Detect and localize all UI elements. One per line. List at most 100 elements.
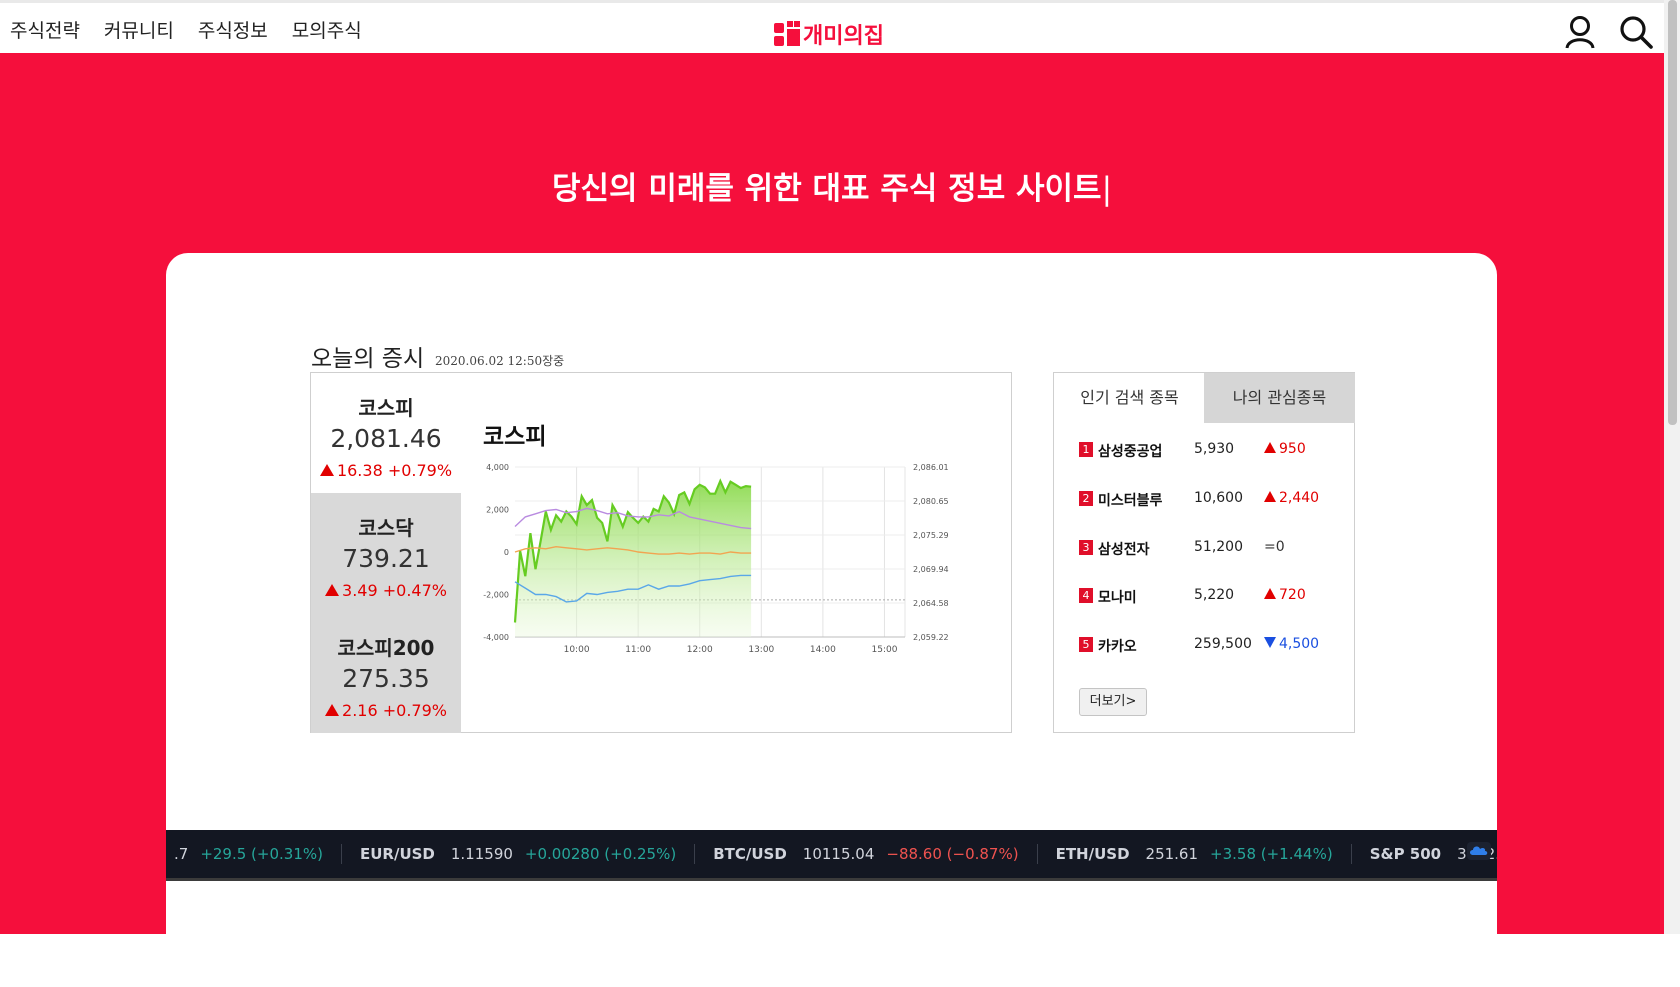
market-title: 오늘의 증시	[311, 346, 425, 372]
up-arrow-icon	[325, 584, 340, 596]
tab-popular-search[interactable]: 인기 검색 종목	[1054, 373, 1205, 423]
stock-price: 5,930	[1194, 441, 1235, 457]
series-area	[515, 481, 752, 637]
user-icon[interactable]	[1564, 15, 1596, 49]
y-right-tick-label: 2,069.94	[913, 565, 949, 574]
site-logo[interactable]: 개미의집	[774, 18, 884, 50]
ticker-symbol: S&P 500	[1369, 845, 1442, 863]
index-tab-kosdaq[interactable]: 코스닥 739.21 3.49 +0.47%	[311, 493, 461, 613]
page-scrollbar[interactable]	[1664, 0, 1680, 934]
search-icon[interactable]	[1619, 15, 1653, 49]
stock-name[interactable]: 삼성전자	[1098, 539, 1150, 559]
x-tick-label: 11:00	[625, 645, 651, 655]
popular-stock-row[interactable]: 3 삼성전자 51,200 =0	[1079, 539, 1349, 563]
typing-cursor: |	[1101, 171, 1113, 207]
up-arrow-icon	[1264, 588, 1276, 599]
hero-title-text: 당신의 미래를 위한 대표 주식 정보 사이트	[551, 171, 1102, 207]
unchanged-icon: =	[1264, 539, 1276, 555]
index-change-text: 2.16 +0.79%	[342, 701, 447, 720]
stock-price: 10,600	[1194, 490, 1243, 506]
index-change: 16.38 +0.79%	[311, 461, 461, 480]
x-tick-label: 14:00	[810, 645, 836, 655]
stock-change: =0	[1264, 539, 1285, 555]
hero-title: 당신의 미래를 위한 대표 주식 정보 사이트|	[0, 163, 1664, 208]
top-navbar: 주식전략 커뮤니티 주식정보 모의주식 개미의집	[0, 0, 1664, 53]
up-arrow-icon	[1264, 442, 1276, 453]
rank-badge: 4	[1079, 588, 1093, 603]
ticker-tape: .7 +29.5 (+0.31%) EUR/USD 1.11590 +0.00280 (…	[166, 830, 1497, 881]
ticker-item[interactable]: BTC/USD 10115.04 −88.60 (−0.87%)	[695, 844, 1038, 864]
ticker-item[interactable]: EUR/USD 1.11590 +0.00280 (+0.25%)	[342, 844, 696, 864]
stock-price: 51,200	[1194, 539, 1243, 555]
ticker-price: .7	[174, 845, 189, 863]
y-right-tick-label: 2,086.01	[913, 463, 949, 472]
index-name: 코스피200	[337, 636, 435, 660]
y-left-tick-label: 0	[504, 548, 509, 557]
stock-name[interactable]: 모나미	[1098, 587, 1137, 607]
index-name: 코스피	[358, 396, 414, 420]
down-arrow-icon	[1264, 637, 1276, 648]
ticker-price: 10115.04	[802, 845, 875, 863]
popular-stock-row[interactable]: 2 미스터블루 10,600 2,440	[1079, 490, 1349, 514]
rank-badge: 1	[1079, 442, 1093, 457]
nav-item-community[interactable]: 커뮤니티	[104, 16, 174, 43]
up-arrow-icon	[319, 464, 334, 476]
y-right-tick-label: 2,075.29	[913, 531, 949, 540]
ticker-price: 251.61	[1145, 845, 1199, 863]
index-change: 2.16 +0.79%	[311, 701, 461, 720]
hero-section: 당신의 미래를 위한 대표 주식 정보 사이트| 오늘의 증시 2020.06.…	[0, 53, 1664, 987]
index-tab-kospi200[interactable]: 코스피200 275.35 2.16 +0.79%	[311, 613, 461, 733]
market-index-panel: 코스피 2,081.46 16.38 +0.79% 코스닥 739.21 3.4…	[310, 372, 1012, 733]
index-chart: 10:00 11:00 12:00 13:00 14:00 15:00 4,000 2,000…	[483, 463, 949, 655]
index-value: 2,081.46	[330, 424, 442, 453]
ticker-symbol: ETH/USD	[1055, 845, 1130, 863]
nav-item-strategy[interactable]: 주식전략	[10, 16, 80, 43]
y-left-tick-label: 2,000	[486, 506, 509, 515]
ticker-change: +0.00280 (+0.25%)	[524, 845, 677, 863]
chart-title: 코스피	[483, 424, 547, 450]
stock-change-text: 0	[1275, 539, 1285, 555]
stock-change: 4,500	[1264, 636, 1319, 652]
popular-stock-row[interactable]: 4 모나미 5,220 720	[1079, 587, 1349, 611]
ticker-change: +3.58 (+1.44%)	[1210, 845, 1333, 863]
ticker-symbol: EUR/USD	[359, 845, 435, 863]
index-value: 275.35	[342, 664, 430, 693]
index-tab-kospi[interactable]: 코스피 2,081.46 16.38 +0.79%	[311, 373, 461, 493]
ticker-symbol: BTC/USD	[713, 845, 787, 863]
popular-stock-row[interactable]: 1 삼성중공업 5,930 950	[1079, 441, 1349, 465]
market-date: 2020.06.02 12:50장중	[435, 354, 565, 368]
up-arrow-icon	[1264, 491, 1276, 502]
nav-item-stock-info[interactable]: 주식정보	[198, 16, 268, 43]
ticker-track: .7 +29.5 (+0.31%) EUR/USD 1.11590 +0.00280 (…	[166, 830, 1497, 878]
stock-change-text: 4,500	[1279, 636, 1320, 652]
stock-price: 5,220	[1194, 587, 1235, 603]
logo-mark-icon	[774, 21, 800, 47]
more-button[interactable]: 더보기>	[1079, 688, 1147, 716]
cloud-icon[interactable]	[1467, 842, 1491, 860]
rank-badge: 5	[1079, 637, 1093, 652]
stock-name[interactable]: 미스터블루	[1098, 490, 1162, 510]
y-right-tick-label: 2,080.65	[913, 497, 949, 506]
tab-my-watchlist[interactable]: 나의 관심종목	[1204, 373, 1355, 423]
ticker-item[interactable]: ETH/USD 251.61 +3.58 (+1.44%)	[1038, 844, 1352, 864]
popular-stock-row[interactable]: 5 카카오 259,500 4,500	[1079, 636, 1349, 660]
ticker-change: +29.5 (+0.31%)	[200, 845, 323, 863]
y-left-tick-label: -4,000	[483, 633, 509, 642]
main-nav: 주식전략 커뮤니티 주식정보 모의주식	[10, 16, 362, 43]
scrollbar-thumb[interactable]	[1668, 0, 1677, 425]
stock-name[interactable]: 삼성중공업	[1098, 441, 1162, 461]
x-tick-label: 12:00	[687, 645, 713, 655]
stock-name[interactable]: 카카오	[1098, 636, 1137, 656]
stock-change: 950	[1264, 441, 1306, 457]
popular-stocks-panel: 인기 검색 종목 나의 관심종목 1 삼성중공업 5,930 950 2 미스터블루 10,…	[1053, 372, 1355, 733]
rank-badge: 3	[1079, 540, 1093, 555]
nav-item-mock-trading[interactable]: 모의주식	[292, 16, 362, 43]
up-arrow-icon	[325, 704, 340, 716]
stock-change: 720	[1264, 587, 1306, 603]
ticker-item[interactable]: .7 +29.5 (+0.31%)	[166, 844, 342, 864]
ticker-price: 1.11590	[450, 845, 513, 863]
index-value: 739.21	[342, 544, 430, 573]
stock-change: 2,440	[1264, 490, 1319, 506]
stock-price: 259,500	[1194, 636, 1252, 652]
ticker-change: −88.60 (−0.87%)	[886, 845, 1019, 863]
